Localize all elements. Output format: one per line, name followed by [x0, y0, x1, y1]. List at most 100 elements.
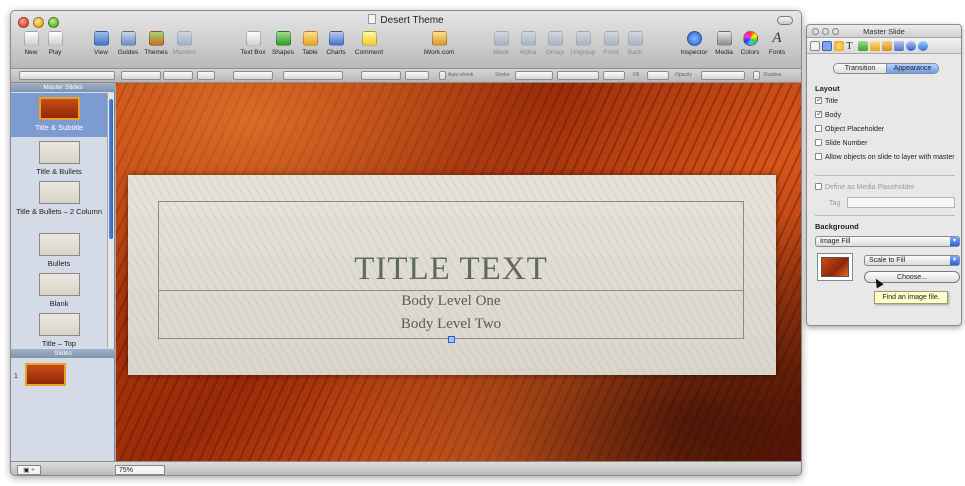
style-popup[interactable]	[19, 71, 115, 80]
object-placeholder-checkbox[interactable]	[815, 125, 822, 132]
master-title-bullets[interactable]: Title & Bullets	[11, 141, 107, 176]
slide-number-option[interactable]: Slide Number	[815, 139, 955, 148]
tab-appearance[interactable]: Appearance	[886, 64, 938, 73]
fill-color-well[interactable]	[647, 71, 669, 80]
title-placeholder[interactable]: TITLE TEXT	[159, 251, 743, 288]
shadow-checkbox[interactable]	[753, 71, 760, 80]
close-icon[interactable]	[812, 28, 819, 35]
body-level-one[interactable]: Body Level One	[159, 293, 743, 310]
toolbar-comment-button[interactable]: Comment	[351, 31, 387, 56]
slide-number-checkbox[interactable]	[815, 139, 822, 146]
mask-icon	[493, 31, 509, 46]
toolbar-fonts-button[interactable]: A Fonts	[759, 30, 795, 57]
slide-inspector-icon[interactable]	[822, 41, 832, 51]
inspector-icon	[686, 31, 702, 46]
scrollbar-thumb[interactable]	[109, 99, 113, 239]
scale-mode-value: Scale to Fill	[869, 257, 906, 264]
zoom-popup[interactable]: 75%	[115, 465, 165, 475]
media-placeholder-checkbox[interactable]	[815, 183, 822, 190]
stroke-width-popup[interactable]	[557, 71, 599, 80]
transition-inspector-icon[interactable]	[834, 41, 844, 51]
opacity-label: Opacity	[675, 72, 692, 78]
master-title-bullets-2-column[interactable]: Title & Bullets – 2 Column	[11, 181, 107, 216]
fill-label: Fill	[633, 72, 640, 78]
body-option[interactable]: Body	[815, 109, 955, 120]
toolbar-iwork-button[interactable]: iWork.com	[421, 31, 457, 56]
object-placeholder-option[interactable]: Object Placeholder	[815, 125, 955, 134]
master-title-subtitle[interactable]: Title & Subtitle	[11, 93, 107, 137]
stroke-color-well[interactable]	[603, 71, 625, 80]
columns-popup[interactable]	[405, 71, 429, 80]
tag-field[interactable]	[847, 197, 955, 208]
scale-mode-popup[interactable]: Scale to Fill ▾	[864, 255, 960, 266]
fonts-icon: A	[772, 30, 782, 46]
view-mode-button[interactable]: ▣ ÷	[17, 465, 41, 475]
slide-number-label: Slide Number	[825, 140, 868, 147]
graphic-inspector-icon[interactable]	[858, 41, 868, 51]
toolbar-masters-button[interactable]: Masters	[166, 31, 202, 56]
placeholder-frame[interactable]: TITLE TEXT Body Level One Body Level Two	[158, 201, 744, 343]
title-option[interactable]: Title	[815, 95, 955, 106]
object-placeholder-label: Object Placeholder	[825, 126, 885, 133]
opacity-popup[interactable]	[701, 71, 745, 80]
auto-shrink-label: Auto-shrink	[448, 72, 474, 78]
toolbar-charts-button[interactable]: Charts	[318, 31, 354, 56]
stroke-style-popup[interactable]	[515, 71, 553, 80]
inspector-panel: Master Slide T Transition Appearance Lay…	[806, 24, 962, 326]
allow-objects-label: Allow objects on slide to layer with mas…	[825, 154, 955, 161]
master-thumbnail	[38, 97, 80, 120]
line-spacing-popup[interactable]	[361, 71, 401, 80]
media-placeholder-label: Define as Media Placeholder	[825, 184, 915, 191]
text-style-buttons[interactable]	[233, 71, 273, 80]
divider	[815, 215, 955, 216]
toolbar-toggle-button[interactable]	[777, 16, 793, 25]
tab-transition[interactable]: Transition	[834, 64, 886, 73]
toolbar-label: Masters	[172, 49, 196, 56]
toolbar-label: Play	[48, 49, 62, 56]
document-inspector-icon[interactable]	[810, 41, 820, 51]
toolbar-play-button[interactable]: Play	[37, 31, 73, 56]
master-bullets[interactable]: Bullets	[11, 233, 107, 268]
comment-icon	[361, 31, 377, 46]
text-box-icon	[245, 31, 261, 46]
master-slides-header: Master Slides	[11, 83, 115, 92]
table-icon	[302, 31, 318, 46]
master-thumbnail	[38, 181, 80, 204]
masters-scrollbar[interactable]	[107, 93, 114, 348]
background-fill-popup[interactable]: Image Fill ▾	[815, 236, 960, 247]
chevron-down-icon: ▾	[950, 237, 959, 246]
minimize-icon[interactable]	[822, 28, 829, 35]
zoom-icon[interactable]	[832, 28, 839, 35]
master-blank[interactable]: Blank	[11, 273, 107, 308]
auto-shrink-checkbox[interactable]	[439, 71, 446, 80]
slide-thumbnail-1[interactable]	[23, 361, 67, 389]
tooltip: Find an image file.	[874, 291, 948, 304]
body-level-two[interactable]: Body Level Two	[159, 316, 743, 333]
resize-handle[interactable]	[448, 336, 455, 343]
master-thumbnail	[38, 313, 80, 336]
font-size-field[interactable]	[197, 71, 215, 80]
media-placeholder-option[interactable]: Define as Media Placeholder	[815, 183, 955, 192]
master-title-top[interactable]: Title – Top	[11, 313, 107, 348]
font-style-popup[interactable]	[163, 71, 193, 80]
allow-objects-option[interactable]: Allow objects on slide to layer with mas…	[815, 153, 955, 162]
text-inspector-icon[interactable]: T	[846, 41, 856, 52]
title-checkbox[interactable]	[815, 95, 823, 104]
image-well[interactable]	[817, 253, 853, 281]
alignment-buttons[interactable]	[283, 71, 343, 80]
chart-inspector-icon[interactable]	[894, 41, 904, 51]
masters-icon	[176, 31, 192, 46]
background-fill-value: Image Fill	[820, 238, 851, 245]
table-inspector-icon[interactable]	[882, 41, 892, 51]
slide-canvas[interactable]: TITLE TEXT Body Level One Body Level Two	[116, 83, 801, 461]
font-family-popup[interactable]	[121, 71, 161, 80]
hyperlink-inspector-icon[interactable]	[906, 41, 916, 51]
toolbar-label: Comment	[354, 49, 384, 56]
body-checkbox[interactable]	[815, 109, 823, 118]
quicktime-inspector-icon[interactable]	[918, 41, 928, 51]
metrics-inspector-icon[interactable]	[870, 41, 880, 51]
toolbar-back-button[interactable]: Back	[617, 31, 653, 56]
master-label: Title & Bullets	[36, 167, 82, 176]
format-bar: Auto-shrink Stroke Fill Opacity Shadow	[11, 69, 801, 83]
allow-objects-checkbox[interactable]	[815, 153, 822, 160]
